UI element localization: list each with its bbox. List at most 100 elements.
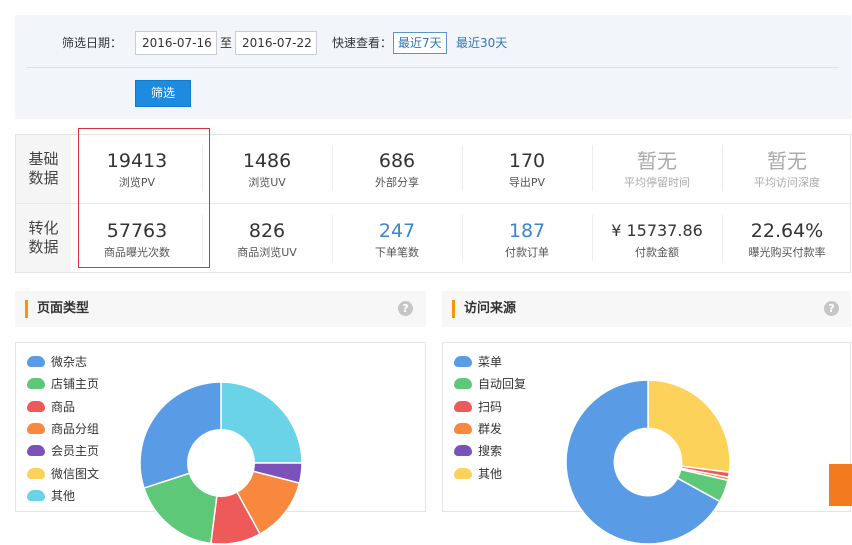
stat-value: 19413 [106, 150, 168, 172]
donut-slice[interactable] [220, 381, 303, 464]
stat-label: 曝光购买付款率 [748, 246, 826, 259]
stat-avg-visit-depth: 暂无 平均访问深度 [723, 149, 851, 190]
basic-data-header-text: 基础 数据 [28, 150, 59, 187]
legend-swatch-icon [454, 422, 472, 434]
legend-label: 微杂志 [51, 355, 88, 369]
stat-exposure-pay-rate: 22.64% 曝光购买付款率 [723, 219, 851, 260]
last-7-days-link[interactable]: 最近7天 [393, 32, 447, 54]
filter-divider [27, 67, 839, 68]
legend-swatch-icon [454, 378, 472, 390]
stat-browse-pv: 19413 浏览PV [73, 149, 201, 190]
legend-label: 微信图文 [51, 466, 100, 481]
legend-swatch-icon [27, 467, 45, 479]
donut-slice[interactable] [647, 379, 731, 474]
legend-swatch-icon [454, 467, 472, 479]
stat-divider [202, 145, 203, 191]
stat-external-share: 686 外部分享 [333, 149, 461, 190]
filter-submit-button[interactable]: 筛选 [135, 80, 191, 107]
stat-order-count[interactable]: 247 下单笔数 [333, 219, 461, 260]
date-range-separator: 至 [220, 36, 233, 50]
stat-label: 付款金额 [635, 246, 679, 259]
last-30-days-link[interactable]: 最近30天 [456, 35, 507, 51]
legend-label: 商品分组 [51, 421, 100, 436]
legend-swatch-icon [27, 356, 45, 367]
stat-divider [722, 215, 723, 261]
legend-swatch-icon [27, 445, 45, 457]
stat-divider [202, 215, 203, 261]
stat-avg-stay-time: 暂无 平均停留时间 [593, 149, 721, 190]
stat-divider [722, 145, 723, 191]
legend-swatch-icon [27, 422, 45, 434]
filter-panel: 筛选日期： 2016-07-16 至 2016-07-22 快速查看： 最近7天… [15, 15, 851, 119]
header-accent-bar [25, 300, 28, 318]
visit-source-chart-panel: 菜单自动回复扫码群发搜索其他 [442, 342, 851, 545]
stat-value: 暂无 [637, 149, 677, 173]
floating-feedback-tab[interactable] [829, 464, 852, 506]
page-type-donut-chart [139, 381, 303, 545]
stat-divider [332, 145, 333, 191]
stat-value: 暂无 [767, 149, 807, 173]
stat-label: 浏览PV [118, 176, 156, 189]
stat-label: 商品浏览UV [237, 246, 297, 259]
visit-source-title: 访问来源 [464, 301, 517, 316]
legend-swatch-icon [454, 356, 472, 367]
stat-label: 外部分享 [375, 176, 419, 189]
stats-row-divider [16, 203, 850, 204]
stat-paid-orders[interactable]: 187 付款订单 [463, 219, 591, 260]
start-date-input[interactable]: 2016-07-16 [135, 31, 217, 55]
end-date-input[interactable]: 2016-07-22 [235, 31, 317, 55]
legend-label: 扫码 [478, 399, 503, 414]
header-accent-bar [452, 300, 455, 318]
page-type-panel-header: 页面类型 ? [15, 291, 426, 327]
stat-label: 平均访问深度 [754, 176, 820, 189]
help-icon[interactable]: ? [824, 301, 839, 316]
legend-swatch-icon [27, 400, 45, 412]
stat-value: 22.64% [750, 220, 824, 242]
legend-label: 商品 [51, 399, 76, 414]
donut-slice[interactable] [139, 381, 222, 489]
legend-label: 自动回复 [478, 377, 527, 392]
visit-source-panel-header: 访问来源 ? [442, 291, 851, 327]
stat-product-exposure: 57763 商品曝光次数 [73, 219, 201, 260]
legend-label: 群发 [478, 421, 503, 436]
stat-label: 下单笔数 [375, 246, 419, 259]
stat-divider [592, 215, 593, 261]
legend-label: 菜单 [478, 355, 503, 369]
visit-source-donut-chart [565, 379, 731, 545]
stat-divider [592, 145, 593, 191]
stat-divider [462, 145, 463, 191]
stat-divider [332, 215, 333, 261]
legend-swatch-icon [454, 445, 472, 457]
stat-export-pv: 170 导出PV [463, 149, 591, 190]
stat-value[interactable]: 247 [333, 219, 461, 243]
date-filter-label: 筛选日期： [62, 36, 123, 50]
legend-label: 会员主页 [51, 444, 100, 459]
conversion-data-header: 转化 数据 [16, 204, 71, 272]
legend-label: 搜索 [478, 444, 503, 459]
stat-value: 826 [248, 220, 286, 242]
stat-value: 170 [508, 150, 546, 172]
conversion-data-header-text: 转化 数据 [28, 219, 59, 256]
stat-browse-uv: 1486 浏览UV [203, 149, 331, 190]
stat-payment-amount: ¥ 15737.86 付款金额 [593, 219, 721, 260]
quick-view-label: 快速查看： [332, 36, 393, 50]
stat-value[interactable]: 187 [463, 219, 591, 243]
stat-value: 1486 [242, 150, 292, 172]
legend-swatch-icon [27, 378, 45, 390]
page-type-chart-panel: 微杂志店铺主页商品商品分组会员主页微信图文其他 [15, 342, 426, 545]
help-icon[interactable]: ? [398, 301, 413, 316]
stat-label: 平均停留时间 [624, 176, 690, 189]
legend-label: 其他 [478, 466, 503, 481]
stat-product-browse-uv: 826 商品浏览UV [203, 219, 331, 260]
legend-label: 其他 [51, 488, 76, 503]
basic-data-header: 基础 数据 [16, 135, 71, 203]
legend-label: 店铺主页 [51, 377, 100, 392]
stat-label: 浏览UV [248, 176, 286, 189]
stats-table: 基础 数据 转化 数据 19413 浏览PV 1486 浏览UV 686 外部分… [15, 134, 851, 273]
stat-label: 商品曝光次数 [104, 246, 170, 259]
stat-value: 57763 [106, 220, 168, 242]
legend-swatch-icon [27, 489, 45, 501]
stat-label: 付款订单 [505, 246, 549, 259]
stat-value: 686 [378, 150, 416, 172]
stat-value: ¥ 15737.86 [611, 221, 703, 240]
